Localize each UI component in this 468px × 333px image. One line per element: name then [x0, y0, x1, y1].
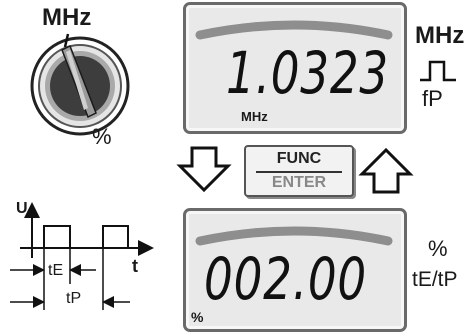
func-divider [256, 171, 342, 173]
duty-cycle-display-unit: % [191, 309, 204, 325]
waveform-x-axis-label: t [132, 256, 138, 276]
frequency-display-unit: MHz [241, 109, 268, 124]
rotary-selector-icon[interactable] [0, 0, 140, 140]
waveform-y-axis-label: U [16, 200, 28, 217]
hollow-arrow-up-icon [358, 147, 414, 194]
hollow-arrow-down-icon [176, 146, 232, 193]
func-enter-button[interactable]: FUNC ENTER [244, 145, 354, 197]
top-symbol-label: fP [422, 86, 443, 111]
switch-bottom-label: % [92, 124, 112, 149]
func-label: FUNC [276, 150, 322, 167]
bottom-symbol-label: tE/tP [412, 268, 458, 291]
frequency-reading: 1.0323 [226, 39, 389, 107]
bottom-unit-label: % [428, 236, 448, 261]
enter-label: ENTER [271, 174, 327, 191]
frequency-display: 1.0323 MHz [183, 2, 407, 134]
waveform-period-label: tP [66, 290, 82, 307]
waveform-pulse-width-label: tE [48, 262, 64, 279]
duty-cycle-reading: 002.00 [204, 245, 367, 313]
top-unit-label: MHz [415, 22, 465, 49]
square-pulse-icon [420, 60, 456, 82]
duty-cycle-display: 002.00 % [183, 208, 407, 332]
